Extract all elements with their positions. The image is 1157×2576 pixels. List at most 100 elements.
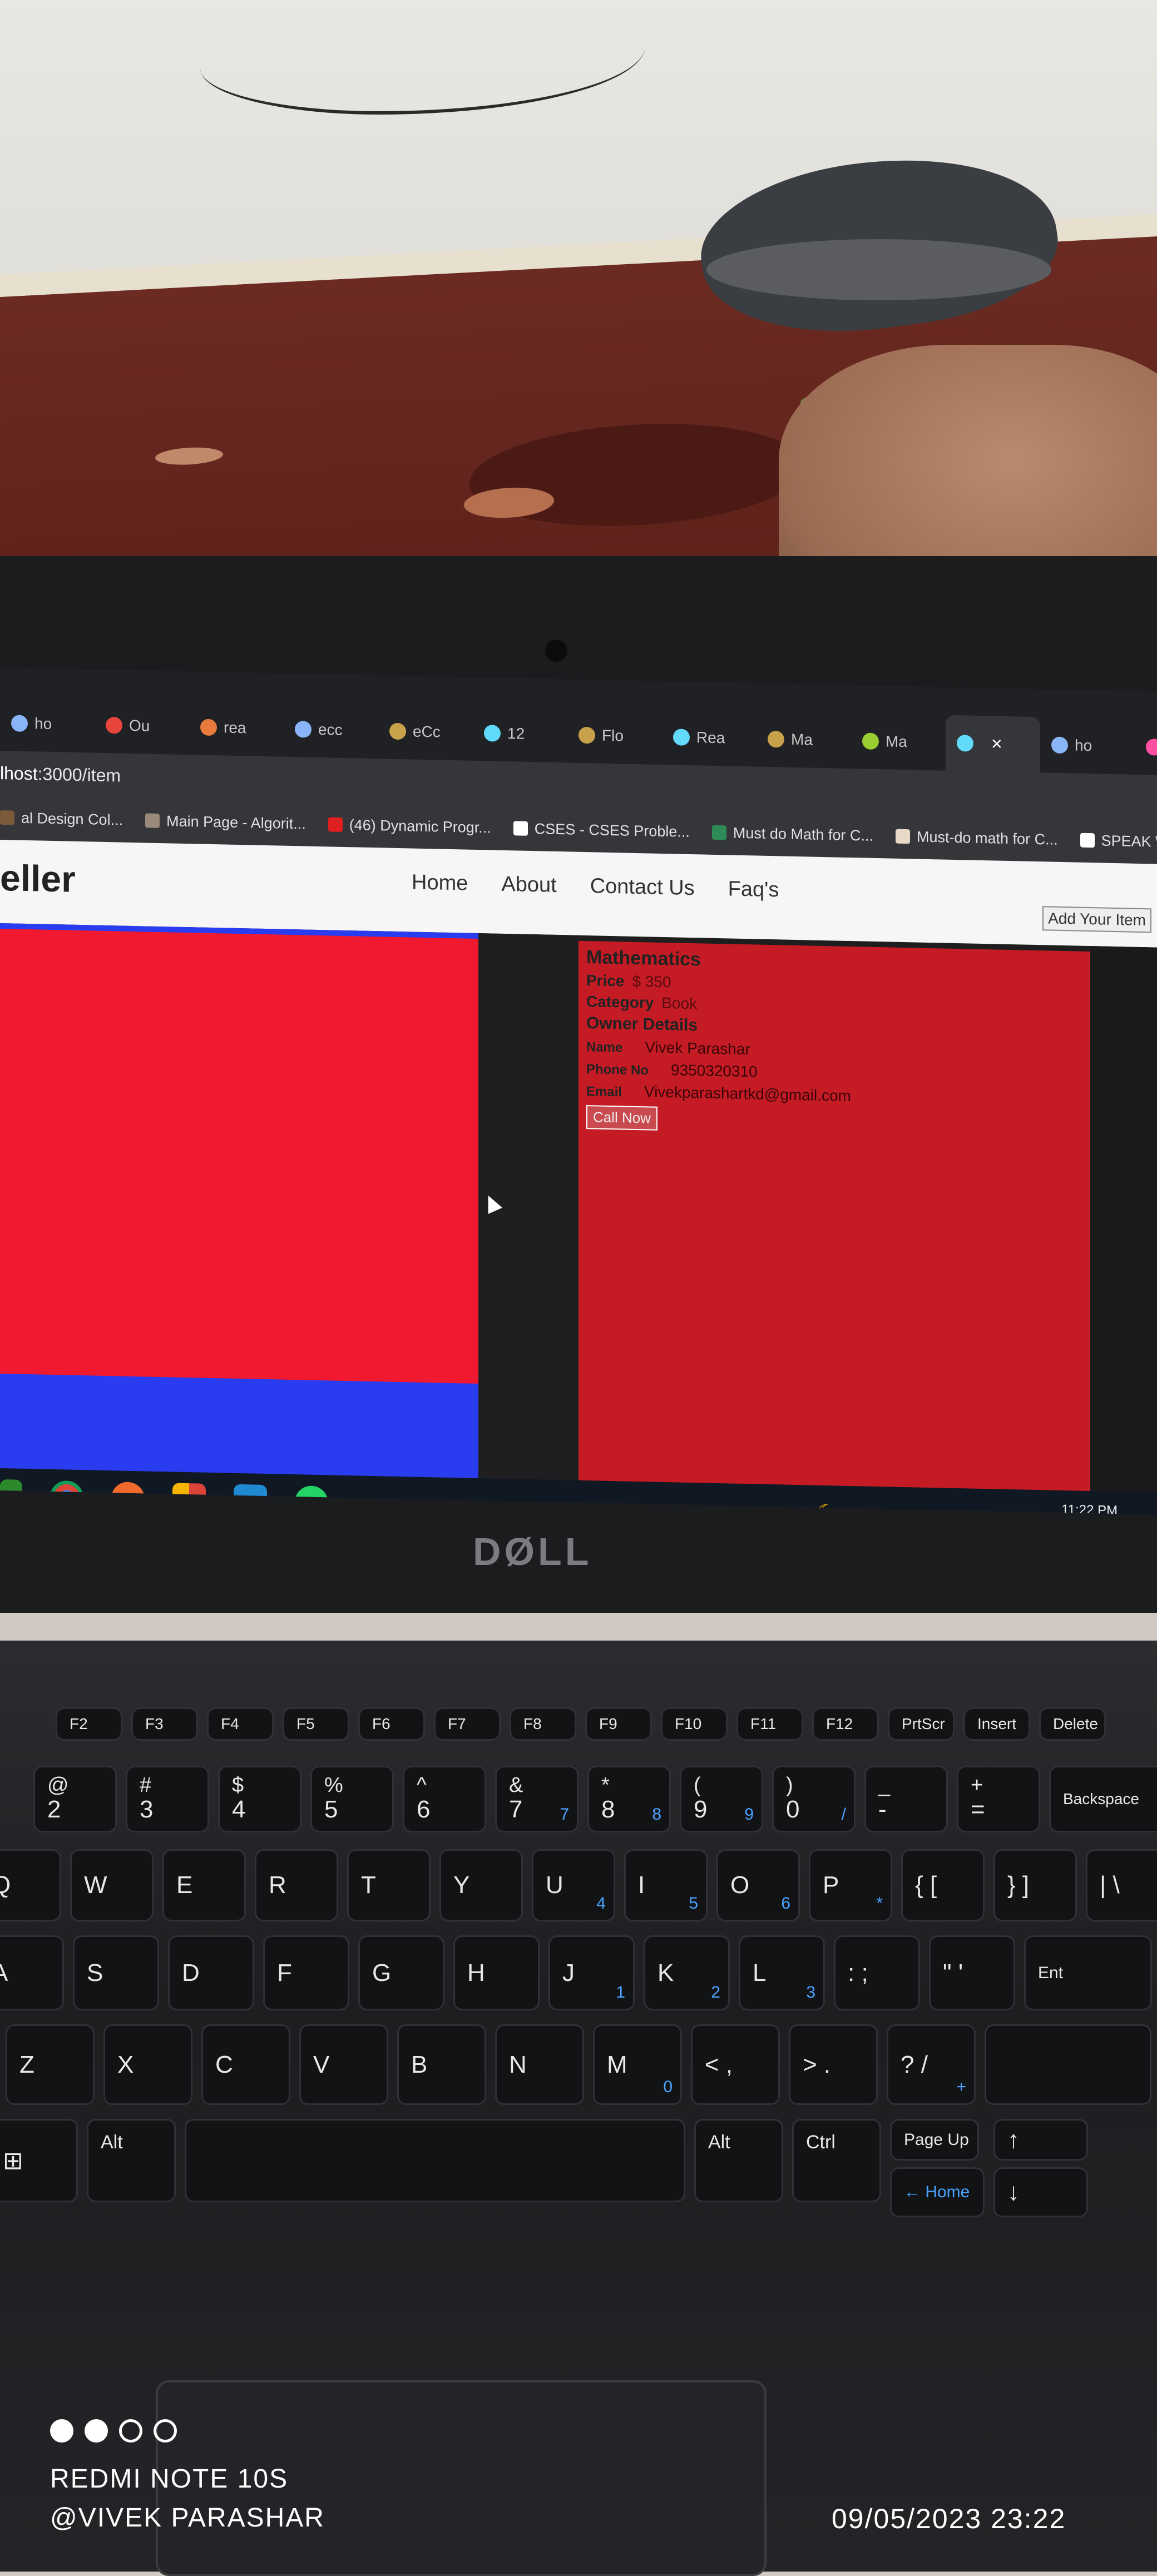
keyboard-key[interactable]: : ; [834,1935,920,2010]
keyboard-key[interactable]: @2 [33,1766,117,1832]
keyboard-key[interactable]: F12 [812,1707,879,1741]
keyboard-key[interactable]: G [358,1935,444,2010]
browser-tab[interactable]: Ma [756,711,851,769]
keyboard-key[interactable]: ^ 6 [403,1766,486,1832]
keyboard-key[interactable]: #3 [126,1766,209,1832]
keyboard-key[interactable]: F7 [434,1707,501,1741]
keyboard-key[interactable]: Insert [963,1707,1030,1741]
close-tab-icon[interactable]: × [991,733,1002,755]
home-key[interactable]: ← Home [890,2167,985,2217]
keyboard-key[interactable]: Z [6,2024,95,2105]
browser-tab[interactable]: ho [1040,717,1135,775]
keyboard-key[interactable]: F10 [661,1707,728,1741]
site-brand[interactable]: eller [0,856,76,900]
keyboard-key[interactable]: F3 [131,1707,198,1741]
browser-tab[interactable]: eCc [378,703,473,761]
keyboard-key[interactable]: R [255,1849,338,1921]
keyboard-key[interactable]: Backspace [1049,1766,1157,1832]
keyboard-key[interactable]: { [ [901,1849,985,1921]
keyboard-key[interactable]: < , [691,2024,780,2105]
keyboard-key[interactable]: W [70,1849,154,1921]
keyboard-key[interactable]: F11 [736,1707,803,1741]
keyboard-key[interactable]: | \ [1086,1849,1157,1921]
call-now-button[interactable]: Call Now [586,1105,658,1131]
add-item-button[interactable]: Add Your Item [1042,906,1151,933]
ctrl-key[interactable]: Ctrl [792,2119,881,2202]
browser-tab[interactable]: ho [0,695,95,753]
bookmark-item[interactable]: al Design Col... [0,809,123,829]
bookmark-item[interactable]: CSES - CSES Proble... [513,820,690,841]
windows-key[interactable]: ⊞ [0,2119,78,2202]
keyboard-key[interactable]: PrtScr [888,1707,955,1741]
keyboard-key[interactable]: P * [809,1849,892,1921]
keyboard-key[interactable]: F8 [510,1707,576,1741]
keyboard-key[interactable]: H [453,1935,540,2010]
keyboard-key[interactable]: F2 [56,1707,122,1741]
keyboard-key[interactable]: " ' [929,1935,1015,2010]
keyboard-key[interactable]: > . [789,2024,878,2105]
keyboard-key[interactable]: ? / + [887,2024,976,2105]
keyboard-key[interactable]: Ent [1024,1935,1152,2010]
spacebar-key[interactable] [185,2119,685,2202]
browser-tab[interactable]: Rea [662,709,756,767]
browser-tab[interactable]: Ma [851,713,946,771]
alt-right-key[interactable]: Alt [694,2119,783,2202]
arrow-down-key[interactable]: ↓ [993,2167,1088,2217]
keyboard-key[interactable]: A [0,1935,64,2010]
keyboard-key[interactable]: F5 [283,1707,349,1741]
keyboard-key[interactable]: % 5 [310,1766,394,1832]
bookmark-item[interactable]: SPEAK WITH AN EX... [1080,831,1157,853]
browser-tab[interactable]: 12 [473,705,567,763]
bookmark-item[interactable]: Must-do math for C... [896,828,1058,848]
url-text[interactable]: lhost:3000/item [0,763,121,786]
bookmark-item[interactable]: (46) Dynamic Progr... [328,816,491,836]
browser-tab[interactable]: rea [189,699,284,757]
keyboard-key[interactable]: F4 [207,1707,274,1741]
browser-tab[interactable]: ecc [284,701,378,759]
keyboard-key[interactable]: Q [0,1849,61,1921]
bookmark-item[interactable]: Main Page - Algorit... [145,812,306,833]
keyboard-key[interactable]: J1 [548,1935,635,2010]
keyboard-key[interactable]: N [495,2024,584,2105]
nav-about[interactable]: About [501,873,556,898]
keyboard-key[interactable]: (9 9 [680,1766,763,1832]
keyboard-key[interactable]: X [103,2024,192,2105]
browser-tab[interactable]: Ou [95,697,189,755]
shift-right-key[interactable] [985,2024,1151,2105]
keyboard-key[interactable]: F6 [358,1707,425,1741]
keyboard-key[interactable]: U4 [532,1849,615,1921]
browser-tab[interactable]: × [946,715,1040,773]
browser-tab[interactable]: Tel [1135,719,1157,777]
bookmark-item[interactable]: Must do Math for C... [711,824,873,844]
browser-tab[interactable]: Flo [567,707,662,765]
nav-faqs[interactable]: Faq's [728,877,779,902]
keyboard-key[interactable]: F9 [585,1707,652,1741]
keyboard-key[interactable]: $4 [218,1766,301,1832]
taskbar-clock[interactable]: 11:22 PM 09-05-2023 [1055,1501,1124,1515]
keyboard-key[interactable]: ) 0/ [772,1766,856,1832]
nav-contact[interactable]: Contact Us [590,874,695,900]
keyboard-key[interactable]: B [397,2024,486,2105]
keyboard-key[interactable]: C [201,2024,290,2105]
keyboard-key[interactable]: _ - [864,1766,948,1832]
page-up-key[interactable]: Page Up [890,2119,979,2161]
keyboard-key[interactable]: Delete [1039,1707,1106,1741]
alt-left-key[interactable]: Alt [87,2119,176,2202]
keyboard-key[interactable]: * 8 8 [587,1766,671,1832]
keyboard-key[interactable]: } ] [993,1849,1077,1921]
keyboard-key[interactable]: M0 [593,2024,682,2105]
keyboard-key[interactable]: K2 [644,1935,730,2010]
keyboard-key[interactable]: + = [957,1766,1040,1832]
keyboard-key[interactable]: D [168,1935,254,2010]
keyboard-key[interactable]: V [299,2024,388,2105]
keyboard-key[interactable]: O6 [716,1849,800,1921]
keyboard-key[interactable]: Y [439,1849,523,1921]
arrow-up-key[interactable]: ↑ [993,2119,1088,2161]
keyboard-key[interactable]: E [162,1849,246,1921]
keyboard-key[interactable]: L3 [739,1935,825,2010]
keyboard-key[interactable]: I5 [624,1849,708,1921]
keyboard-key[interactable]: F [263,1935,349,2010]
keyboard-key[interactable]: & 7 7 [495,1766,578,1832]
keyboard-key[interactable]: S [73,1935,159,2010]
nav-home[interactable]: Home [412,871,468,896]
